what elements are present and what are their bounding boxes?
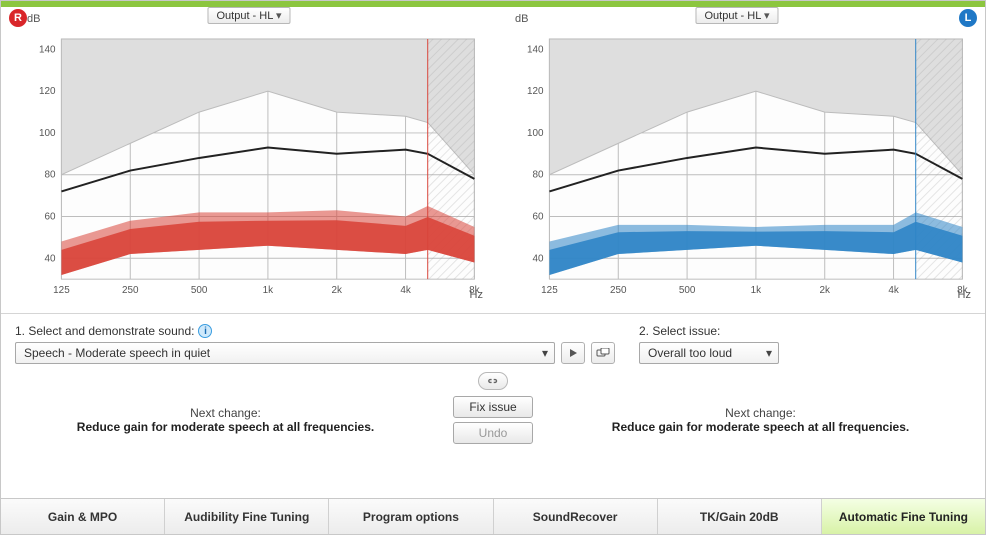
tab-tk-gain-20db[interactable]: TK/Gain 20dB [658,499,822,534]
svg-text:100: 100 [39,128,56,139]
tab-program-options[interactable]: Program options [329,499,493,534]
svg-text:40: 40 [532,253,544,264]
x-axis-unit-right: Hz [470,289,483,301]
svg-text:125: 125 [541,285,558,296]
svg-text:125: 125 [53,285,70,296]
charts-row: R Output - HL dB 40 60 80 100 120 140 125 250 50… [1,7,985,313]
svg-text:250: 250 [122,285,139,296]
svg-text:4k: 4k [400,285,411,296]
tab-automatic-fine-tuning[interactable]: Automatic Fine Tuning [822,499,985,534]
svg-text:500: 500 [191,285,208,296]
next-change-label-right: Next change: [15,406,436,420]
issue-select[interactable]: Overall too loud [639,342,779,364]
ear-badge-right: R [9,9,27,27]
chart-pane-left: L Output - HL dB 40608010012014012525050… [497,11,977,305]
tab-audibility-fine-tuning[interactable]: Audibility Fine Tuning [165,499,329,534]
svg-text:1k: 1k [263,285,274,296]
svg-text:120: 120 [39,86,56,97]
step1-label: 1. Select and demonstrate sound: [15,324,194,338]
svg-text:2k: 2k [820,285,831,296]
svg-text:500: 500 [679,285,696,296]
step2-label: 2. Select issue: [639,324,720,338]
link-ears-toggle[interactable] [478,372,508,390]
svg-text:80: 80 [44,170,56,181]
chart-view-select-right[interactable]: Output - HL [207,7,290,24]
sound-select[interactable]: Speech - Moderate speech in quiet [15,342,555,364]
next-change-text-right: Reduce gain for moderate speech at all f… [15,420,436,434]
svg-text:120: 120 [527,86,544,97]
svg-text:60: 60 [532,211,544,222]
svg-text:140: 140 [39,44,56,55]
svg-text:1k: 1k [751,285,762,296]
chart-right[interactable]: 4060801001201401252505001k2k4k8k [27,31,485,301]
next-change-text-left: Reduce gain for moderate speech at all f… [550,420,971,434]
next-change-label-left: Next change: [550,406,971,420]
y-axis-unit-right: dB [27,13,40,25]
y-axis-unit-left: dB [515,13,528,25]
fix-issue-button[interactable]: Fix issue [453,396,533,418]
svg-text:140: 140 [527,44,544,55]
chart-left[interactable]: 4060801001201401252505001k2k4k8k [515,31,973,301]
svg-text:4k: 4k [888,285,899,296]
tab-gain-mpo[interactable]: Gain & MPO [1,499,165,534]
svg-text:80: 80 [532,170,544,181]
tab-bar: Gain & MPOAudibility Fine TuningProgram … [1,498,985,534]
x-axis-unit-left: Hz [958,289,971,301]
svg-text:100: 100 [527,128,544,139]
svg-text:250: 250 [610,285,627,296]
svg-text:60: 60 [44,211,56,222]
info-icon[interactable]: i [198,324,212,338]
ear-badge-left: L [959,9,977,27]
chart-view-select-left[interactable]: Output - HL [695,7,778,24]
svg-text:40: 40 [44,253,56,264]
svg-text:2k: 2k [332,285,343,296]
undo-button[interactable]: Undo [453,422,533,444]
loop-button[interactable] [591,342,615,364]
chart-pane-right: R Output - HL dB 40608010012014012525050… [9,11,489,305]
play-button[interactable] [561,342,585,364]
tab-soundrecover[interactable]: SoundRecover [494,499,658,534]
controls-section: 1. Select and demonstrate sound: i Speec… [1,313,985,460]
